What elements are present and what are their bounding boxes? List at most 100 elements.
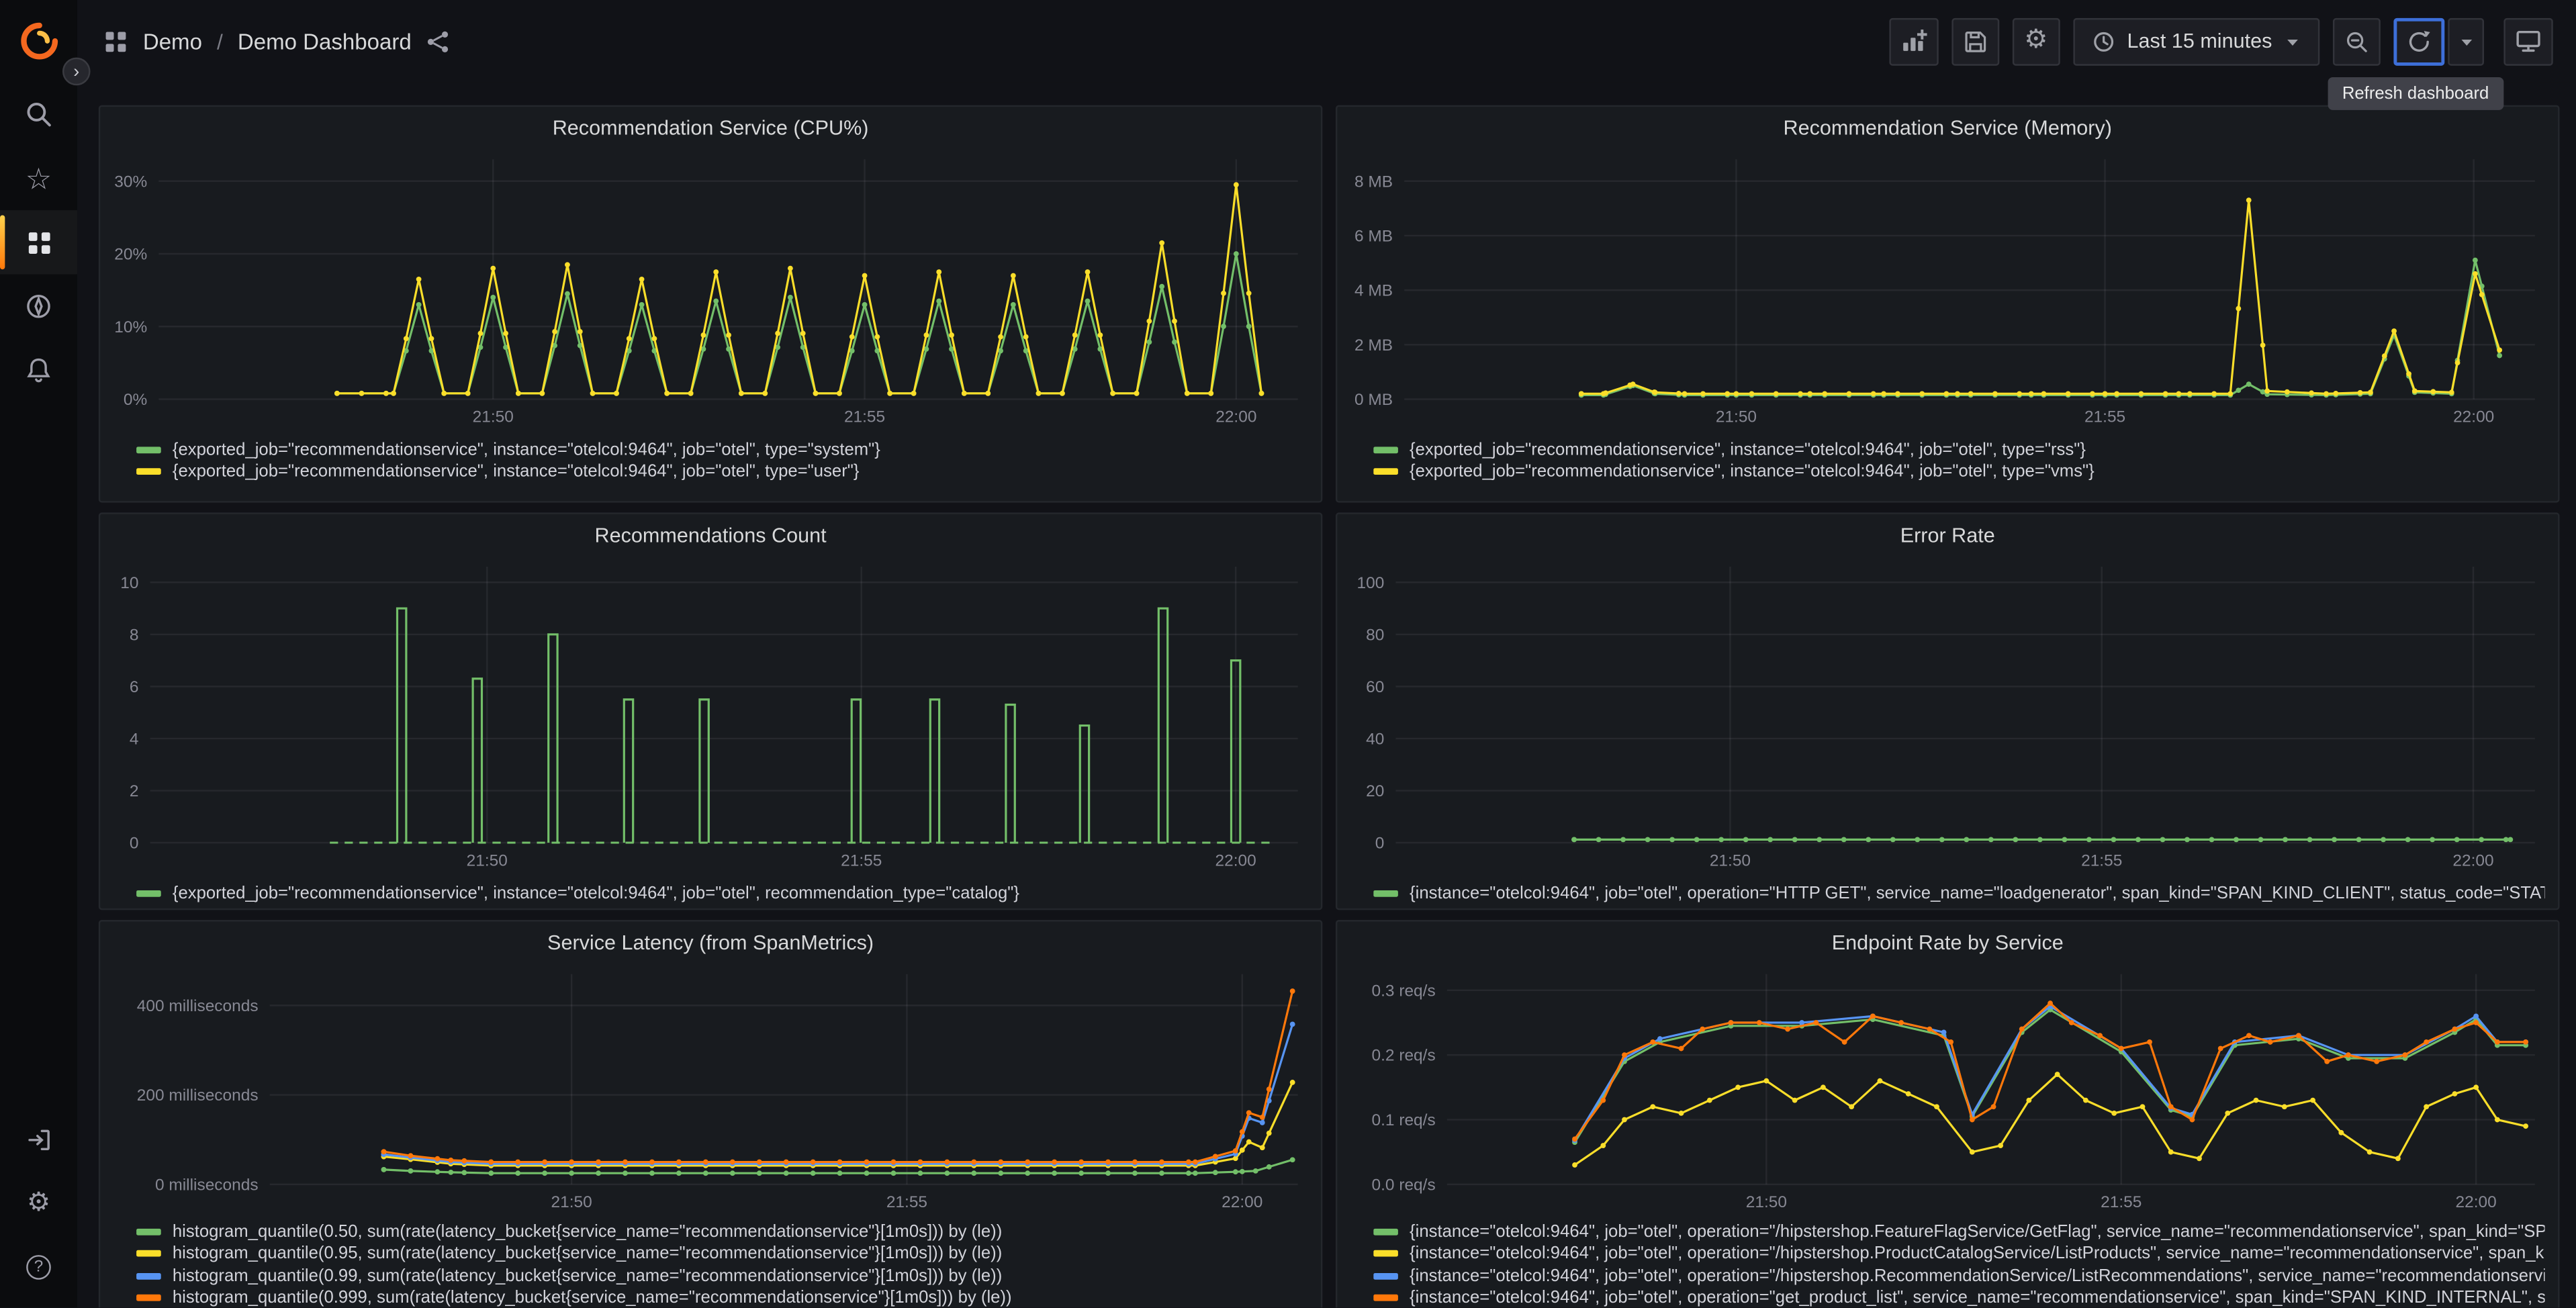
legend-item[interactable]: histogram_quantile(0.95, sum(rate(latenc…: [136, 1243, 1307, 1265]
svg-text:40: 40: [1366, 730, 1384, 748]
legend-item[interactable]: histogram_quantile(0.999, sum(rate(laten…: [136, 1287, 1307, 1308]
share-icon[interactable]: [426, 29, 451, 54]
chart-canvas[interactable]: 0.0 req/s 0.1 req/s 0.2 req/s 0.3 req/s 21:5…: [1347, 964, 2548, 1214]
sidebar-item-help[interactable]: ?: [0, 1235, 77, 1299]
svg-text:30%: 30%: [114, 173, 147, 191]
legend-swatch: [1373, 1272, 1398, 1280]
tooltip-refresh-dashboard: Refresh dashboard: [2327, 77, 2504, 110]
svg-text:0 MB: 0 MB: [1354, 391, 1393, 409]
svg-text:0: 0: [1375, 835, 1385, 853]
svg-text:60: 60: [1366, 678, 1384, 696]
compass-icon: [27, 294, 50, 318]
legend-label: {exported_job="recommendationservice", i…: [172, 462, 860, 482]
sidebar-item-settings[interactable]: ⚙: [0, 1171, 77, 1235]
time-range-label: Last 15 minutes: [2127, 30, 2272, 53]
panel-title[interactable]: Error Rate: [1337, 514, 2558, 557]
sidebar-expand-button[interactable]: ›: [62, 57, 91, 86]
panel-title[interactable]: Service Latency (from SpanMetrics): [100, 921, 1321, 964]
legend-item[interactable]: {instance="otelcol:9464", job="otel", op…: [1373, 1221, 2545, 1243]
legend-item[interactable]: {instance="otelcol:9464", job="otel", op…: [1373, 1287, 2545, 1307]
svg-text:21:55: 21:55: [2101, 1193, 2142, 1211]
chevron-down-icon: [2287, 38, 2298, 45]
svg-text:21:55: 21:55: [844, 408, 885, 426]
svg-text:6: 6: [130, 678, 139, 696]
sidebar-item-alerting[interactable]: [0, 338, 77, 402]
legend-item[interactable]: {exported_job="recommendationservice", i…: [136, 438, 1307, 461]
legend-swatch: [1373, 890, 1398, 897]
panel-title[interactable]: Recommendation Service (CPU%): [100, 107, 1321, 150]
legend-swatch: [1373, 446, 1398, 453]
grafana-app: ☆ ⚙ ? › Demo / Demo Dashboard ⚙ Last 15 …: [0, 0, 2576, 1308]
dashboard-settings-button[interactable]: ⚙: [2012, 17, 2060, 65]
add-panel-button[interactable]: [1888, 17, 1939, 65]
sidebar-item-starred[interactable]: ☆: [0, 146, 77, 210]
chart-canvas[interactable]: 0 MB 2 MB 4 MB 6 MB 8 MB 21:50 21:55 22:00: [1347, 150, 2548, 429]
sidebar: ☆ ⚙ ?: [0, 0, 77, 1308]
chart-canvas[interactable]: 0 20 40 60 80 100 21:50 21:55 22:00: [1347, 557, 2548, 872]
gear-icon: ⚙: [26, 1188, 51, 1217]
svg-text:10: 10: [120, 574, 138, 592]
breadcrumb-root-link[interactable]: Demo: [143, 29, 202, 54]
legend-item[interactable]: {exported_job="recommendationservice", i…: [136, 461, 1307, 483]
legend-item[interactable]: {exported_job="recommendationservice", i…: [1373, 461, 2544, 483]
svg-text:8: 8: [130, 626, 139, 644]
legend-swatch: [1373, 1228, 1398, 1235]
svg-text:22:00: 22:00: [2453, 408, 2494, 426]
svg-text:21:50: 21:50: [1746, 1193, 1787, 1211]
legend-label: {exported_job="recommendationservice", i…: [1410, 440, 2086, 460]
dashboard-toolbar: ⚙ Last 15 minutes: [1888, 17, 2553, 65]
zoom-out-button[interactable]: [2332, 17, 2381, 65]
svg-text:21:50: 21:50: [1716, 408, 1757, 426]
chart-canvas[interactable]: 0 milliseconds 200 milliseconds 400 millis…: [110, 964, 1311, 1214]
legend-item[interactable]: histogram_quantile(0.50, sum(rate(latenc…: [136, 1221, 1307, 1243]
legend-item[interactable]: {instance="otelcol:9464", job="otel", op…: [1373, 1243, 2545, 1265]
bell-icon: [27, 358, 50, 383]
panel-legend: {exported_job="recommendationservice", i…: [1373, 438, 2544, 483]
time-range-picker[interactable]: Last 15 minutes: [2072, 17, 2320, 65]
svg-text:4 MB: 4 MB: [1354, 282, 1393, 300]
sidebar-item-explore[interactable]: [0, 275, 77, 338]
legend-swatch: [136, 1295, 161, 1302]
save-icon: [1964, 30, 1986, 52]
sidebar-item-signin[interactable]: [0, 1107, 77, 1171]
svg-text:0.1 req/s: 0.1 req/s: [1372, 1111, 1436, 1129]
svg-text:4: 4: [130, 730, 139, 748]
svg-text:2: 2: [130, 782, 139, 800]
legend-label: {instance="otelcol:9464", job="otel", op…: [1410, 883, 2545, 903]
refresh-icon: [2409, 30, 2430, 51]
save-dashboard-button[interactable]: [1951, 17, 1999, 65]
panel-recommendation-memory: Recommendation Service (Memory) 0 MB 2 MB…: [1335, 105, 2560, 503]
legend-label: histogram_quantile(0.999, sum(rate(laten…: [172, 1288, 1012, 1308]
legend-swatch: [136, 1250, 161, 1258]
refresh-interval-dropdown[interactable]: [2448, 17, 2485, 65]
legend-item[interactable]: {exported_job="recommendationservice", i…: [136, 882, 1307, 904]
chart-canvas[interactable]: 0% 10% 20% 30% 21:50 21:55 22:00: [110, 150, 1311, 429]
legend-item[interactable]: {instance="otelcol:9464", job="otel", op…: [1373, 1265, 2545, 1287]
panel-title[interactable]: Recommendation Service (Memory): [1337, 107, 2558, 150]
tv-mode-button[interactable]: [2503, 17, 2553, 65]
refresh-button[interactable]: [2393, 17, 2445, 65]
panel-title[interactable]: Recommendations Count: [100, 514, 1321, 557]
gear-icon: ⚙: [2024, 26, 2048, 54]
legend-label: {exported_job="recommendationservice", i…: [172, 883, 1019, 903]
legend-item[interactable]: {exported_job="recommendationservice", i…: [1373, 438, 2544, 461]
panel-recommendation-cpu: Recommendation Service (CPU%) 0% 10% 20% 30…: [98, 105, 1323, 503]
legend-label: {instance="otelcol:9464", job="otel", op…: [1410, 1221, 2545, 1242]
svg-text:22:00: 22:00: [1215, 851, 1256, 870]
sidebar-item-search[interactable]: [0, 82, 77, 146]
breadcrumb-current[interactable]: Demo Dashboard: [238, 29, 412, 54]
chart-canvas[interactable]: 0 2 4 6 8 10 21:50 21:55 22:00: [110, 557, 1311, 872]
panel-recommendations-count: Recommendations Count 0 2 4 6 8 10 21:50 21:55 2…: [98, 512, 1323, 910]
panel-title[interactable]: Endpoint Rate by Service: [1337, 921, 2558, 964]
sidebar-item-dashboards[interactable]: [0, 210, 77, 275]
legend-swatch: [136, 468, 161, 475]
legend-label: {instance="otelcol:9464", job="otel", op…: [1410, 1266, 2545, 1286]
legend-label: histogram_quantile(0.99, sum(rate(latenc…: [172, 1266, 1003, 1286]
legend-item[interactable]: {instance="otelcol:9464", job="otel", op…: [1373, 882, 2545, 904]
svg-text:8 MB: 8 MB: [1354, 173, 1393, 191]
legend-swatch: [1373, 1295, 1398, 1302]
panel-error-rate: Error Rate 0 20 40 60 80 100 21:50 21:55 22:00 {…: [1335, 512, 2560, 910]
legend-item[interactable]: histogram_quantile(0.99, sum(rate(latenc…: [136, 1265, 1307, 1287]
svg-text:200 milliseconds: 200 milliseconds: [137, 1086, 259, 1105]
chevron-down-icon: [2460, 38, 2471, 45]
